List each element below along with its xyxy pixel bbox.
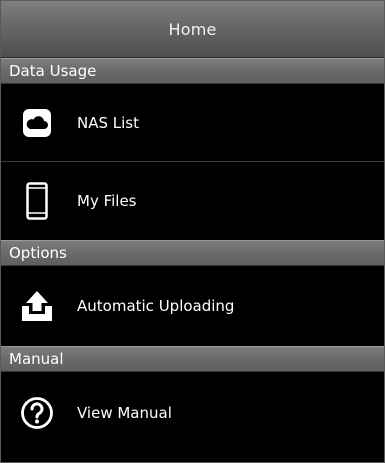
- title-bar: Home: [1, 1, 384, 58]
- home-screen: Home Data Usage NAS List My Files Option…: [0, 0, 385, 463]
- list-item-nas-list[interactable]: NAS List: [1, 84, 384, 162]
- section-label: Data Usage: [9, 62, 97, 80]
- cloud-icon: [15, 101, 59, 145]
- item-label: My Files: [77, 192, 137, 210]
- section-label: Options: [9, 244, 67, 262]
- section-header-options: Options: [1, 240, 384, 266]
- list-item-my-files[interactable]: My Files: [1, 162, 384, 240]
- list-item-automatic-uploading[interactable]: Automatic Uploading: [1, 266, 384, 346]
- smartphone-icon: [15, 179, 59, 223]
- item-label: Automatic Uploading: [77, 297, 235, 315]
- help-icon: [15, 391, 59, 435]
- page-title: Home: [168, 19, 217, 39]
- list-item-view-manual[interactable]: View Manual: [1, 372, 384, 454]
- upload-icon: [15, 284, 59, 328]
- section-header-manual: Manual: [1, 346, 384, 372]
- section-label: Manual: [9, 350, 64, 368]
- item-label: NAS List: [77, 114, 139, 132]
- section-header-data-usage: Data Usage: [1, 58, 384, 84]
- item-label: View Manual: [77, 404, 172, 422]
